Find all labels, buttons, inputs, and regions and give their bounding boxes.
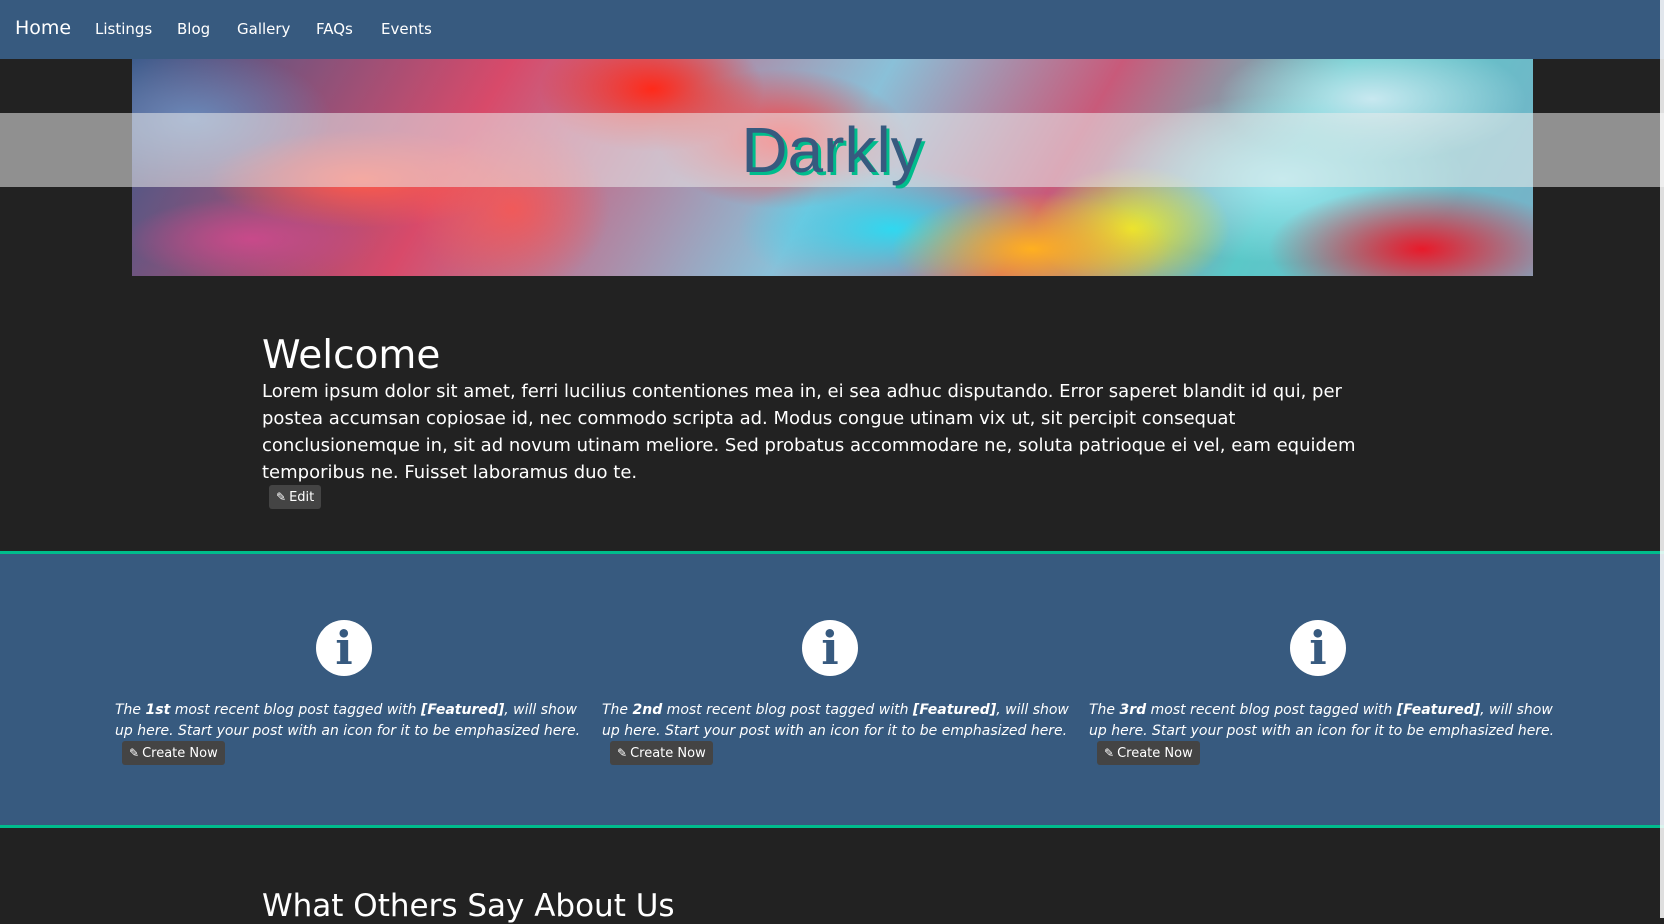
nav-link-gallery[interactable]: Gallery — [237, 20, 290, 38]
nav-link-listings[interactable]: Listings — [95, 20, 152, 38]
edit-button[interactable]: ✎ Edit — [269, 485, 322, 509]
featured-post-text-2: The 2nd most recent blog post tagged wit… — [602, 702, 1069, 739]
info-icon: i — [316, 620, 372, 676]
nav-home-link[interactable]: Home — [15, 17, 71, 39]
pencil-icon: ✎ — [129, 746, 140, 760]
create-now-button-1[interactable]: ✎ Create Now — [122, 741, 225, 765]
top-navbar: Home Listings Blog Gallery FAQs Events — [0, 0, 1664, 59]
welcome-paragraph: Lorem ipsum dolor sit amet, ferri lucili… — [262, 381, 1356, 483]
featured-post-text-1: The 1st most recent blog post tagged wit… — [115, 702, 581, 739]
info-icon: i — [802, 620, 858, 676]
nav-link-faqs[interactable]: FAQs — [316, 20, 353, 38]
edit-button-label: Edit — [289, 490, 315, 505]
featured-posts-section: i The 1st most recent blog post tagged w… — [0, 551, 1664, 828]
site-title: Darkly — [741, 114, 923, 186]
info-icon: i — [1290, 620, 1346, 676]
scrollbar[interactable] — [1660, 0, 1664, 918]
create-now-button-2[interactable]: ✎ Create Now — [610, 741, 713, 765]
pencil-icon: ✎ — [276, 490, 287, 504]
testimonials-heading: What Others Say About Us — [262, 888, 675, 924]
nav-link-events[interactable]: Events — [381, 20, 432, 38]
pencil-icon: ✎ — [617, 746, 628, 760]
create-now-button-3[interactable]: ✎ Create Now — [1097, 741, 1200, 765]
featured-post-text-3: The 3rd most recent blog post tagged wit… — [1089, 702, 1555, 739]
welcome-heading: Welcome — [262, 333, 441, 378]
nav-link-blog[interactable]: Blog — [177, 20, 210, 38]
pencil-icon: ✎ — [1104, 746, 1115, 760]
